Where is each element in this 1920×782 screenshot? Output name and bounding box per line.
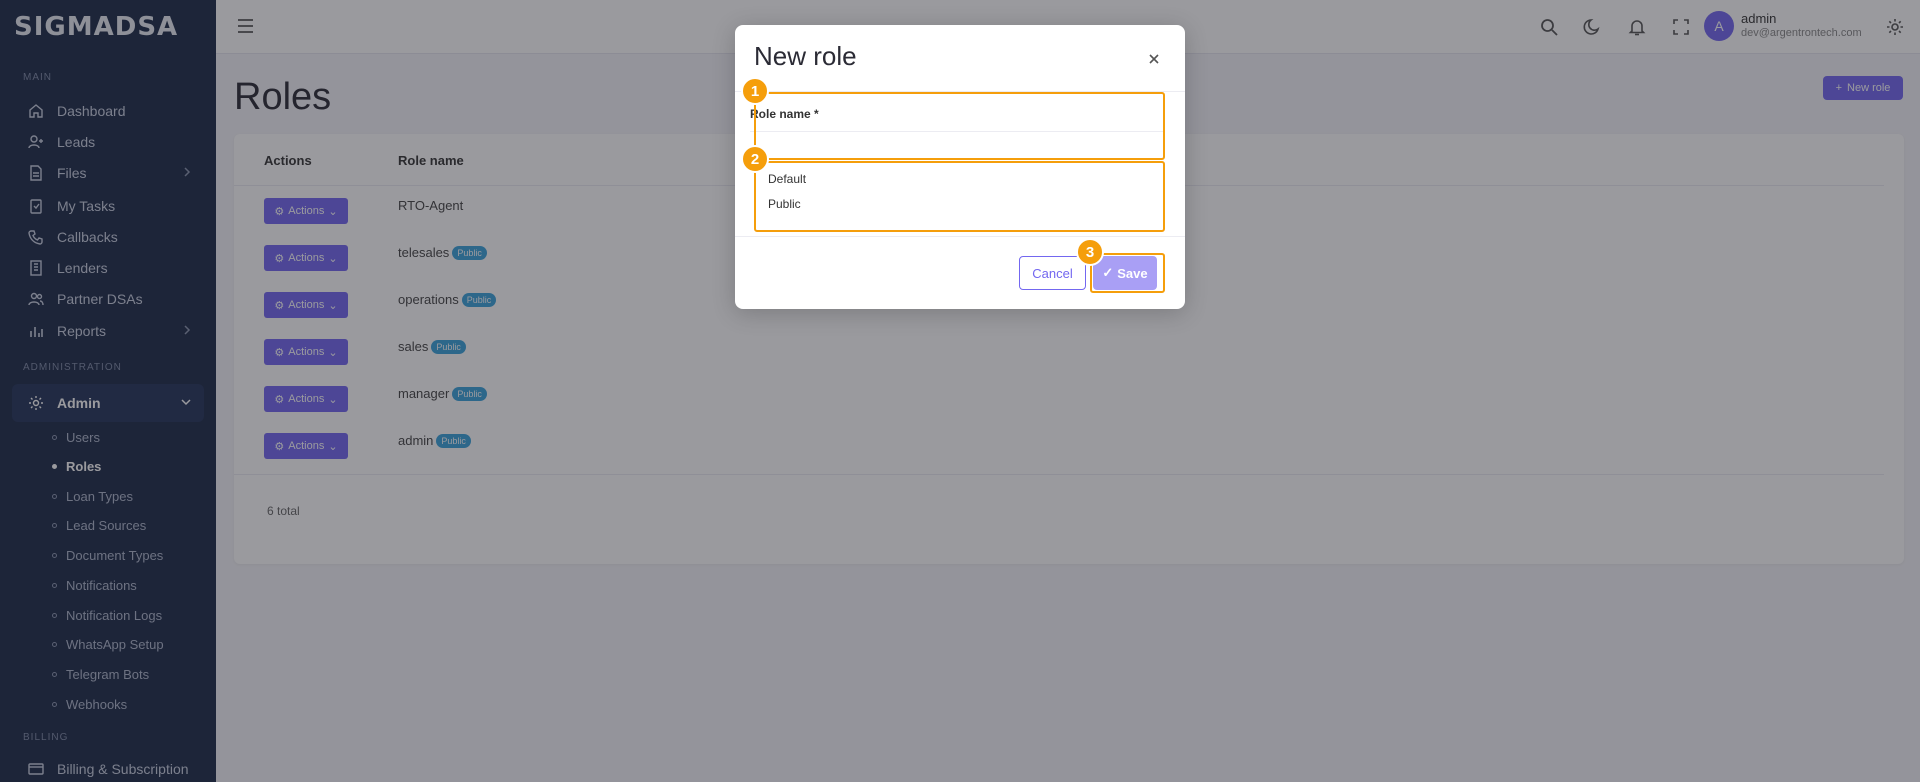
annotation-box-1 [754,92,1165,160]
dialog-footer-divider [735,236,1185,237]
cancel-button[interactable]: Cancel [1019,256,1086,290]
annotation-box-2 [754,161,1165,232]
dialog-title: New role [754,41,857,71]
annotation-badge-2: 2 [741,145,769,173]
annotation-badge-1: 1 [741,77,769,105]
annotation-badge-3: 3 [1076,238,1104,266]
close-icon[interactable] [1147,52,1161,66]
